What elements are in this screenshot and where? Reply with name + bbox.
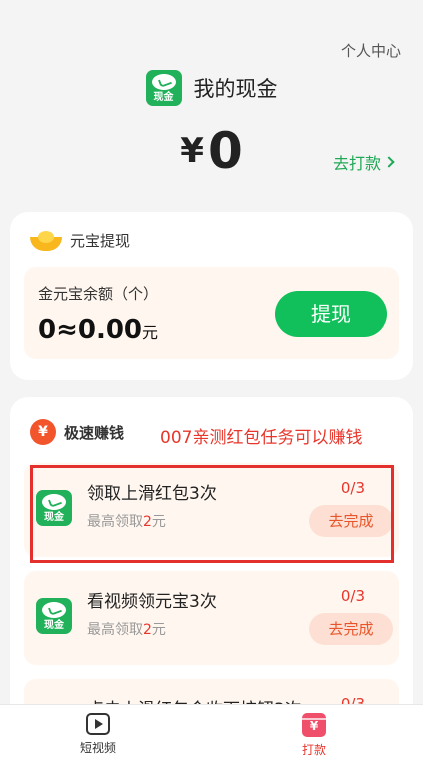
complete-task-button[interactable]: 去完成: [309, 613, 393, 645]
transfer-link[interactable]: 去打款: [332, 150, 395, 174]
user-center-link[interactable]: 个人中心: [341, 40, 401, 61]
wallet-header: 现金 我的现金: [0, 70, 423, 106]
tab-label: 短视频: [80, 741, 117, 755]
yuanbao-balance-label: 金元宝余额（个）: [38, 285, 159, 303]
yuanbao-section-title: 元宝提现: [70, 232, 131, 250]
yuanbao-balance-box: 金元宝余额（个） 0≈0.00元 提现: [24, 267, 399, 359]
yuanbao-balance-value: 0≈0.00元: [38, 315, 159, 345]
yuanbao-section-header: 元宝提现: [30, 230, 130, 251]
gold-ingot-icon: [30, 230, 62, 251]
page-title: 我的现金: [193, 77, 278, 101]
video-icon: [86, 713, 110, 735]
balance-amount: 0: [207, 122, 243, 180]
earn-section-title: 极速赚钱: [64, 423, 125, 442]
tab-short-video[interactable]: 短视频: [80, 713, 116, 756]
yuanbao-card: 元宝提现 金元宝余额（个） 0≈0.00元 提现: [10, 212, 413, 380]
task-subtitle: 最高领取2元: [87, 622, 166, 638]
transfer-label: 去打款: [332, 154, 381, 173]
earn-section-header: ¥ 极速赚钱: [30, 419, 124, 445]
task-title: 看视频领元宝3次: [87, 592, 217, 612]
task-progress: 0/3: [340, 587, 365, 605]
cash-logo-icon: 现金: [36, 598, 72, 634]
highlight-box: [30, 465, 394, 563]
currency-symbol: ¥: [180, 131, 204, 171]
tab-payout[interactable]: ¥ 打款: [302, 713, 326, 758]
tab-label: 打款: [302, 743, 327, 757]
bottom-tab-bar: 短视频 ¥ 打款: [0, 704, 423, 763]
promo-text: 007亲测红包任务可以赚钱: [160, 428, 363, 448]
task-item: 现金 看视频领元宝3次 最高领取2元 0/3 去完成: [24, 571, 399, 665]
money-icon: ¥: [302, 713, 326, 737]
yen-coin-icon: ¥: [30, 419, 56, 445]
chevron-right-icon: [383, 156, 395, 168]
cash-logo-icon: 现金: [145, 70, 182, 106]
withdraw-button[interactable]: 提现: [275, 291, 387, 337]
